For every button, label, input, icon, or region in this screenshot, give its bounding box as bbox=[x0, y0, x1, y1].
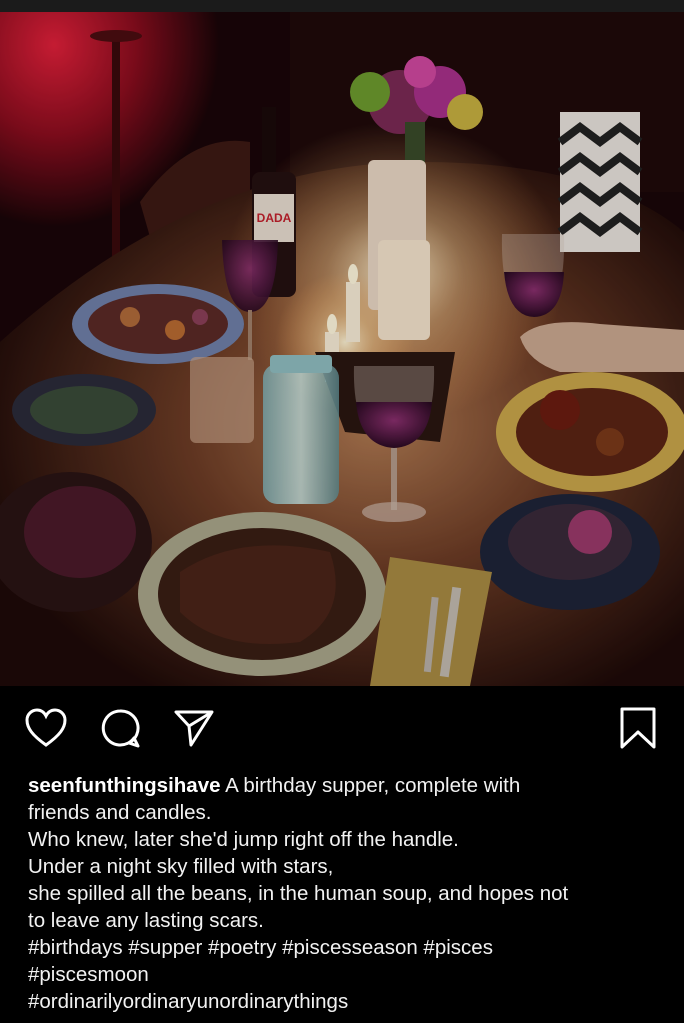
caption-line-6: to leave any lasting scars. bbox=[28, 909, 264, 932]
hashtag-line-3[interactable]: #ordinarilyordinaryunordinarythings bbox=[28, 988, 658, 1015]
username-link[interactable]: seenfunthingsihave bbox=[28, 774, 221, 797]
caption-text: A birthday supper, complete with bbox=[225, 774, 521, 797]
post-caption: seenfunthingsihave A birthday supper, co… bbox=[28, 772, 658, 1015]
post-photo[interactable]: DADA bbox=[0, 12, 684, 686]
share-icon[interactable] bbox=[172, 706, 216, 750]
bookmark-icon[interactable] bbox=[616, 706, 660, 750]
caption-line-3: Who knew, later she'd jump right off the… bbox=[28, 828, 459, 851]
hashtag-line-1[interactable]: #birthdays #supper #poetry #piscesseason… bbox=[28, 934, 658, 961]
caption-line-4: Under a night sky filled with stars, bbox=[28, 855, 334, 878]
caption-line-2: friends and candles. bbox=[28, 801, 212, 824]
top-status-strip bbox=[0, 0, 684, 12]
post-action-bar bbox=[0, 686, 684, 768]
dinner-table-photo: DADA bbox=[0, 12, 684, 686]
heart-icon[interactable] bbox=[24, 706, 68, 750]
hashtag-line-2[interactable]: #piscesmoon bbox=[28, 961, 658, 988]
comment-icon[interactable] bbox=[98, 706, 142, 750]
caption-line-1: seenfunthingsihave A birthday supper, co… bbox=[28, 772, 658, 799]
caption-line-5: she spilled all the beans, in the human … bbox=[28, 882, 569, 905]
